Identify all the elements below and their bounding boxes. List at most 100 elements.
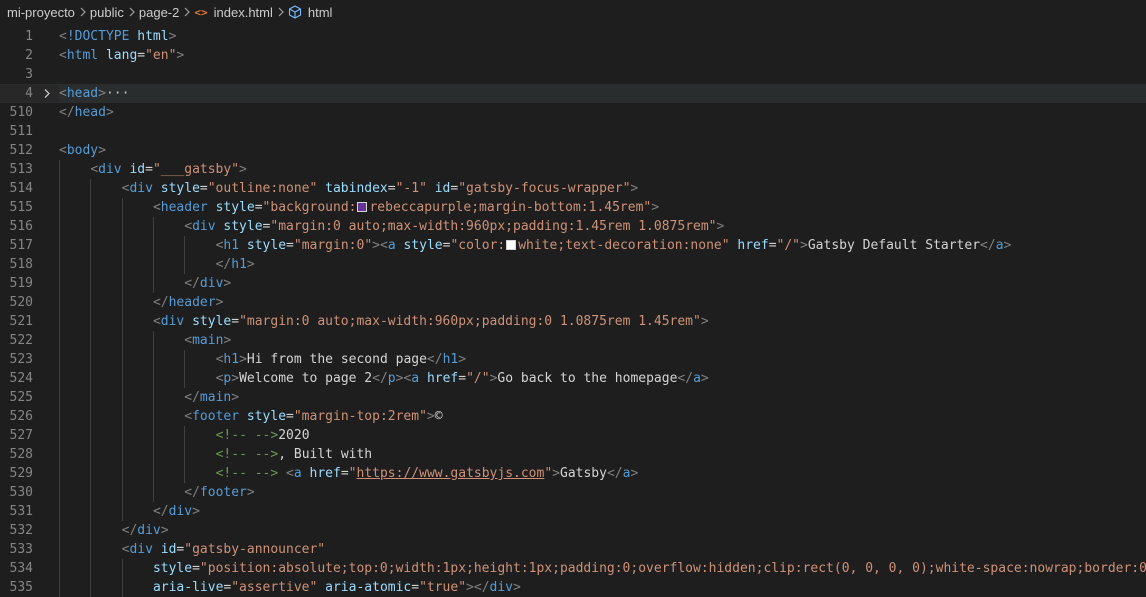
code-area[interactable]: <h1>Hi from the second page</h1> <box>59 350 1146 369</box>
code-line[interactable]: 518 </h1> <box>0 255 1146 274</box>
code-line[interactable]: 535 aria-live="assertive" aria-atomic="tr… <box>0 578 1146 597</box>
code-editor[interactable]: 1 <!DOCTYPE html> 2 <html lang="en"> 3 4 <head… <box>0 24 1146 597</box>
code-token: > <box>239 352 247 367</box>
indent-guide <box>59 426 60 445</box>
code-area[interactable]: </footer> <box>59 483 1146 502</box>
code-area[interactable]: <div id="gatsby-announcer" <box>59 540 1146 559</box>
code-line[interactable]: 516 <div style="margin:0 auto;max-width:9… <box>0 217 1146 236</box>
code-line[interactable]: 3 <box>0 65 1146 84</box>
code-area[interactable]: <!-- -->, Built with <box>59 445 1146 464</box>
code-area[interactable]: style="position:absolute;top:0;width:1px… <box>59 559 1146 578</box>
indent-guide <box>121 350 123 369</box>
code-line[interactable]: 512 <body> <box>0 141 1146 160</box>
code-line[interactable]: 531 </div> <box>0 502 1146 521</box>
breadcrumb-item-public[interactable]: public <box>90 5 124 20</box>
code-line[interactable]: 515 <header style="background: rebeccapurp… <box>0 198 1146 217</box>
code-token: Go back to the homepage <box>497 371 678 386</box>
breadcrumb-item-symbol[interactable]: html <box>308 5 333 20</box>
code-area[interactable]: <div style="margin:0 auto;max-width:960p… <box>59 312 1146 331</box>
code-line[interactable]: 523 <h1>Hi from the second page</h1> <box>0 350 1146 369</box>
line-number: 2 <box>25 48 33 63</box>
code-token[interactable]: https://www.gatsbyjs.com <box>357 466 545 481</box>
breadcrumb-item-file[interactable]: index.html <box>214 5 273 20</box>
code-line[interactable]: 517 <h1 style="margin:0"><a style="color:… <box>0 236 1146 255</box>
code-area[interactable]: </h1> <box>59 255 1146 274</box>
code-token: div <box>199 276 224 291</box>
code-line[interactable]: 514 <div style="outline:none" tabindex="-… <box>0 179 1146 198</box>
code-line[interactable]: 2 <html lang="en"> <box>0 46 1146 65</box>
code-area[interactable]: <html lang="en"> <box>59 46 1146 65</box>
breadcrumb-item-project[interactable]: mi-proyecto <box>7 5 75 20</box>
code-area[interactable]: <div id="___gatsby"> <box>59 160 1146 179</box>
code-line[interactable]: 510 </head> <box>0 103 1146 122</box>
indent-guide <box>59 217 60 236</box>
code-line[interactable]: 1 <!DOCTYPE html> <box>0 27 1146 46</box>
code-line[interactable]: 528 <!-- -->, Built with <box>0 445 1146 464</box>
code-area[interactable]: <!-- -->2020 <box>59 426 1146 445</box>
code-line[interactable]: 513 <div id="___gatsby"> <box>0 160 1146 179</box>
code-token: h1 <box>442 352 459 367</box>
code-line[interactable]: 522 <main> <box>0 331 1146 350</box>
code-line[interactable]: 526 <footer style="margin-top:2rem">© <box>0 407 1146 426</box>
code-area[interactable]: <!-- --> <a href="https://www.gatsbyjs.c… <box>59 464 1146 483</box>
code-token: h1 <box>231 257 247 272</box>
code-token: > <box>239 162 247 177</box>
code-token: id <box>129 162 146 177</box>
code-line[interactable]: 530 </footer> <box>0 483 1146 502</box>
code-token: "/" <box>776 238 801 253</box>
chevron-right-icon <box>128 7 136 17</box>
code-token[interactable]: ··· <box>106 86 129 101</box>
code-token: > <box>168 29 177 44</box>
code-area[interactable]: <main> <box>59 331 1146 350</box>
code-token: "/" <box>466 371 490 386</box>
code-area[interactable]: <body> <box>59 141 1146 160</box>
line-number: 523 <box>9 352 33 367</box>
code-line[interactable]: 532 </div> <box>0 521 1146 540</box>
code-token: head <box>66 86 99 101</box>
code-area[interactable]: </main> <box>59 388 1146 407</box>
code-area[interactable]: <header style="background: rebeccapurple;… <box>59 198 1146 217</box>
code-token: = <box>199 181 208 196</box>
breadcrumb-item-page-2[interactable]: page-2 <box>139 5 179 20</box>
code-line[interactable]: 511 <box>0 122 1146 141</box>
code-line[interactable]: 4 <head>··· <box>0 84 1146 103</box>
code-line[interactable]: 527 <!-- -->2020 <box>0 426 1146 445</box>
code-area[interactable]: </head> <box>59 103 1146 122</box>
code-line[interactable]: 519 </div> <box>0 274 1146 293</box>
code-line[interactable]: 524 <p>Welcome to page 2</p><a href="/">G… <box>0 369 1146 388</box>
code-area[interactable]: <div style="margin:0 auto;max-width:960p… <box>59 217 1146 236</box>
code-area[interactable] <box>59 65 1146 84</box>
code-token: < <box>90 162 99 177</box>
indent-guide <box>59 445 60 464</box>
line-number: 512 <box>9 143 33 158</box>
code-area[interactable]: <div style="outline:none" tabindex="-1" … <box>59 179 1146 198</box>
code-area[interactable]: <!DOCTYPE html> <box>59 27 1146 46</box>
indent-guide <box>90 179 92 198</box>
code-area[interactable]: <h1 style="margin:0"><a style="color: whi… <box>59 236 1146 255</box>
code-token: > <box>800 238 808 253</box>
code-token: "outline:none" <box>207 181 318 196</box>
code-line[interactable]: 525 </main> <box>0 388 1146 407</box>
indent-guide <box>121 293 123 312</box>
indent-guide <box>59 312 60 331</box>
code-area[interactable]: </div> <box>59 521 1146 540</box>
code-line[interactable]: 529 <!-- --> <a href="https://www.gatsbyj… <box>0 464 1146 483</box>
code-line[interactable]: 520 </header> <box>0 293 1146 312</box>
code-area[interactable]: <footer style="margin-top:2rem">© <box>59 407 1146 426</box>
code-line[interactable]: 534 style="position:absolute;top:0;width:… <box>0 559 1146 578</box>
code-area[interactable]: <head>··· <box>59 84 1146 103</box>
color-swatch[interactable] <box>506 240 517 250</box>
indent-guide <box>121 502 123 521</box>
code-area[interactable]: </div> <box>59 274 1146 293</box>
code-area[interactable] <box>59 122 1146 141</box>
code-line[interactable]: 521 <div style="margin:0 auto;max-width:9… <box>0 312 1146 331</box>
code-token: 2020 <box>278 428 310 443</box>
code-area[interactable]: </header> <box>59 293 1146 312</box>
code-token: "margin:0 auto;max-width:960px;padding:1… <box>270 219 717 234</box>
code-line[interactable]: 533 <div id="gatsby-announcer" <box>0 540 1146 559</box>
color-swatch[interactable] <box>357 202 368 212</box>
code-area[interactable]: <p>Welcome to page 2</p><a href="/">Go b… <box>59 369 1146 388</box>
code-area[interactable]: </div> <box>59 502 1146 521</box>
code-area[interactable]: aria-live="assertive" aria-atomic="true"… <box>59 578 1146 597</box>
indent-guide <box>90 426 92 445</box>
